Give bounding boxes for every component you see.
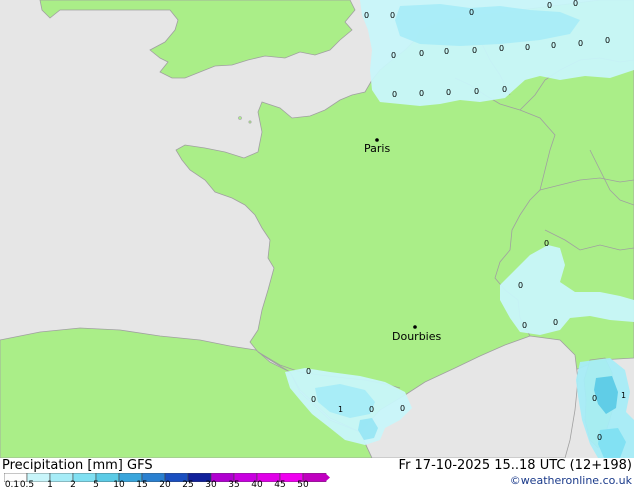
city-label-dourbies: Dourbies <box>392 330 442 343</box>
precip-value-label: 0 <box>369 405 374 414</box>
precip-value-label: 0 <box>592 394 597 403</box>
precip-value-label: 0 <box>578 39 583 48</box>
scale-tick-label: 45 <box>274 480 286 490</box>
island <box>248 120 252 124</box>
precip-value-label: 0 <box>502 85 507 94</box>
scale-tick-label: 35 <box>228 480 240 490</box>
legend-footer: Precipitation [mm] GFS Fr 17-10-2025 15.… <box>0 458 634 490</box>
precip-value-label: 0 <box>400 404 405 413</box>
precip-scale-ticks: 0.1 0.5 1 2 5 10 15 20 25 30 35 40 45 50 <box>0 480 330 490</box>
scale-tick-label: 5 <box>93 480 99 490</box>
precip-value-label: 0 <box>419 49 424 58</box>
precip-value-label: 0 <box>553 318 558 327</box>
island <box>238 116 242 120</box>
precip-value-label: 0 <box>472 46 477 55</box>
scale-tick-label: 2 <box>70 480 76 490</box>
scale-tick-label: 25 <box>182 480 194 490</box>
precip-value-label: 1 <box>338 405 343 414</box>
precip-value-label: 0 <box>551 41 556 50</box>
precip-value-label: 0 <box>311 395 316 404</box>
precip-value-label: 0 <box>444 47 449 56</box>
precip-value-label: 0 <box>469 8 474 17</box>
scale-tick-label: 40 <box>251 480 263 490</box>
scale-tick-label: 10 <box>113 480 125 490</box>
map-title: Precipitation [mm] GFS <box>2 458 153 473</box>
precip-value-label: 0 <box>474 87 479 96</box>
city-label-paris: Paris <box>364 142 390 155</box>
precip-value-label: 0 <box>499 44 504 53</box>
precip-value-label: 0 <box>547 1 552 10</box>
precip-value-label: 0 <box>573 0 578 8</box>
scale-tick-label: 20 <box>159 480 171 490</box>
precip-value-label: 0 <box>419 89 424 98</box>
scale-tick-label: 15 <box>136 480 148 490</box>
scale-tick-label: 30 <box>205 480 217 490</box>
precip-value-label: 0 <box>525 43 530 52</box>
site-credit[interactable]: ©weatheronline.co.uk <box>510 474 632 487</box>
scale-tick-label: 0.5 <box>19 480 35 490</box>
precip-value-label: 0 <box>544 239 549 248</box>
precipitation-map: Paris Dourbies 0 0 0 0 0 0 0 0 0 0 0 0 0… <box>0 0 634 458</box>
precip-value-label: 0 <box>391 51 396 60</box>
precip-value-label: 0 <box>605 36 610 45</box>
scale-tick-label: 50 <box>297 480 309 490</box>
precip-value-label: 0 <box>522 321 527 330</box>
precip-value-label: 1 <box>621 391 626 400</box>
precip-value-label: 0 <box>597 433 602 442</box>
precip-value-label: 0 <box>446 88 451 97</box>
scale-tick-label: 1 <box>47 480 53 490</box>
precip-value-label: 0 <box>306 367 311 376</box>
forecast-datetime: Fr 17-10-2025 15..18 UTC (12+198) <box>398 458 632 473</box>
precip-value-label: 0 <box>364 11 369 20</box>
precip-value-label: 0 <box>392 90 397 99</box>
scale-tick-label: 0.1 <box>4 480 20 490</box>
precip-value-label: 0 <box>518 281 523 290</box>
city-marker-dourbies <box>413 325 417 329</box>
precip-value-label: 0 <box>390 11 395 20</box>
